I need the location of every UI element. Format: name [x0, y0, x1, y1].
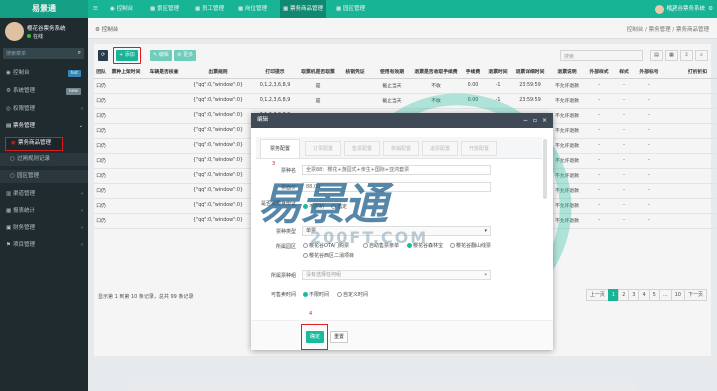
ticket-name-input[interactable]: 全票88：樱花+游园式+亲生+国际+亚鸿套票 — [302, 165, 491, 175]
radio-icon — [303, 292, 308, 297]
ticket-price-input[interactable]: 88.00 — [302, 182, 491, 192]
reset-button[interactable]: 重置 — [330, 331, 348, 343]
radio-icon — [363, 243, 368, 248]
ticket-type-label: 票种类型 — [275, 229, 296, 235]
ticket-price-label: 票面价 — [280, 185, 296, 191]
dialog-footer: 确定 重置 — [251, 320, 553, 350]
edit-dialog: 编辑 − ▫ × 票务配置 订票配置 售票配置 核销配置 退票配置 开放配置 3… — [251, 113, 553, 350]
park-option-3[interactable]: 樱花谷森林宝 — [407, 242, 443, 249]
radio-label: 樱花谷西区二消项目 — [309, 253, 355, 259]
park-label: 所属园区 — [275, 244, 296, 250]
need-id-radio-no[interactable]: 不限制 — [303, 203, 324, 210]
ok-button[interactable]: 确定 — [306, 331, 324, 343]
need-id-label: 是否需要身份证 — [260, 201, 296, 207]
radio-icon — [337, 292, 342, 297]
tab-verify-config[interactable]: 核销配置 — [383, 141, 419, 156]
dialog-title: 编辑 — [257, 117, 269, 123]
park-option-1[interactable]: 樱花谷OTA门购票 — [303, 242, 349, 249]
dialog-scrollbar[interactable] — [543, 139, 547, 199]
maximize-icon[interactable]: ▫ — [533, 113, 537, 128]
radio-icon — [303, 243, 308, 248]
sale-time-custom[interactable]: 自定义时间 — [337, 291, 368, 298]
park-option-2[interactable]: 自助售票亲单 — [363, 242, 399, 249]
radio-label: 不限制 — [309, 204, 325, 210]
annotation-marker-4: 4 — [309, 311, 313, 317]
ticket-name-label: 票种名 — [280, 168, 296, 174]
radio-label: 樱花谷翻山线票 — [456, 243, 492, 249]
ticket-group-select[interactable]: 没有选择任何组 ▾ — [302, 270, 491, 280]
sale-time-unlimited[interactable]: 不限时间 — [303, 291, 329, 298]
radio-label: 樱花谷OTA门购票 — [309, 243, 350, 249]
tab-open-config[interactable]: 开放配置 — [461, 141, 497, 156]
ticket-group-label: 所属票种组 — [270, 273, 296, 279]
radio-icon — [450, 243, 455, 248]
sale-time-label: 可售卖时间 — [270, 292, 296, 298]
chevron-down-icon: ▾ — [484, 272, 487, 278]
radio-icon — [331, 204, 336, 209]
radio-label: 自定义时间 — [343, 292, 369, 298]
radio-icon — [303, 204, 308, 209]
radio-label: 樱花谷森林宝 — [413, 243, 444, 249]
radio-label: 指定 — [337, 204, 348, 210]
radio-label: 自助售票亲单 — [369, 243, 400, 249]
tab-refund-config[interactable]: 退票配置 — [422, 141, 458, 156]
need-id-radio-yes[interactable]: 指定 — [331, 203, 347, 210]
minimize-icon[interactable]: − — [523, 113, 528, 128]
park-option-5[interactable]: 樱花谷西区二消项目 — [303, 252, 354, 259]
select-value: 单票 — [306, 228, 317, 234]
tab-ticket-config[interactable]: 票务配置 — [260, 139, 300, 159]
chevron-down-icon: ▾ — [484, 228, 487, 234]
close-icon[interactable]: × — [542, 113, 547, 128]
tab-booking-config[interactable]: 订票配置 — [305, 141, 341, 156]
ticket-type-select[interactable]: 单票 ▾ — [302, 226, 491, 236]
radio-icon — [407, 243, 412, 248]
radio-label: 不限时间 — [309, 292, 330, 298]
radio-icon — [303, 253, 308, 258]
tab-sale-config[interactable]: 售票配置 — [344, 141, 380, 156]
dialog-header: 编辑 − ▫ × — [251, 113, 553, 128]
park-option-4[interactable]: 樱花谷翻山线票 — [450, 242, 491, 249]
select-placeholder: 没有选择任何组 — [306, 272, 342, 278]
dialog-tabs: 票务配置 订票配置 售票配置 核销配置 退票配置 开放配置 — [256, 137, 542, 159]
dialog-controls: − ▫ × — [523, 113, 547, 128]
